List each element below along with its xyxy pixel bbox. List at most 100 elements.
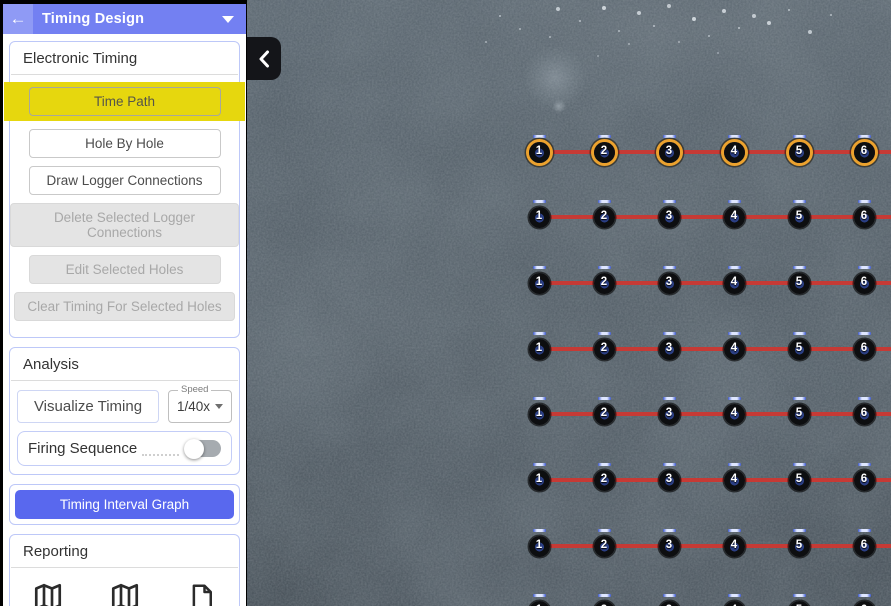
blast-hole[interactable]: 6 [854,339,875,360]
blast-hole[interactable]: 5 [789,207,810,228]
blast-hole[interactable]: 3 [659,404,680,425]
visualize-timing-button[interactable]: Visualize Timing [17,390,159,423]
blast-hole[interactable]: 2 [594,142,615,163]
timing-dash [793,463,806,466]
speed-select-value: 1/40x [177,399,210,414]
timing-dash [533,135,546,138]
map-icon [108,581,142,606]
blast-hole[interactable]: 5 [789,273,810,294]
timing-dash [598,332,611,335]
blast-hole[interactable]: 4 [724,404,745,425]
blast-hole[interactable]: 4 [724,339,745,360]
blast-hole[interactable]: 3 [659,339,680,360]
blast-hole[interactable]: 1 [529,273,550,294]
map-canvas[interactable]: 1 2 3 4 5 6 1 2 3 4 5 6 1 2 3 4 5 6 1 2 3 4 5 6 1 2 3 4 5 6 1 2 3 4 5 6 1 2 3 4… [247,0,891,606]
firing-sequence-control: Firing Sequence [17,431,232,466]
collapse-sidebar-button[interactable] [247,37,281,80]
analysis-panel: Analysis Visualize Timing Speed 1/40x Fi… [9,347,240,475]
document-icon [187,581,217,606]
blast-hole[interactable]: 1 [529,536,550,557]
firing-sequence-label: Firing Sequence [28,440,137,457]
blast-hole[interactable]: 2 [594,339,615,360]
delete-selected-logger-connections-button[interactable]: Delete Selected Logger Connections [10,203,239,247]
blast-hole[interactable]: 4 [724,470,745,491]
blast-hole[interactable]: 5 [789,404,810,425]
timing-dash [793,200,806,203]
blast-hole[interactable]: 5 [789,142,810,163]
timing-dash [663,397,676,400]
timing-dash [663,594,676,597]
timing-dash [663,463,676,466]
timing-dash [663,529,676,532]
timing-logger-report-button[interactable]: Timing Logger [93,581,157,606]
blast-hole[interactable]: 4 [724,142,745,163]
timing-dash [663,135,676,138]
edit-selected-holes-button[interactable]: Edit Selected Holes [29,255,221,284]
blast-hole[interactable]: 3 [659,470,680,491]
blast-hole[interactable]: 4 [724,207,745,228]
timing-dash [858,266,871,269]
app-window: 1 2 3 4 5 6 1 2 3 4 5 6 1 2 3 4 5 6 1 2 3 4 5 6 1 2 3 4 5 6 1 2 3 4 5 6 1 2 3 4… [0,0,891,606]
page-title: Timing Design [33,11,222,27]
firing-sequence-toggle[interactable] [185,440,221,457]
blast-hole[interactable]: 3 [659,273,680,294]
blast-hole[interactable]: 2 [594,536,615,557]
blast-hole[interactable]: 6 [854,536,875,557]
timing-dash [793,397,806,400]
blast-hole[interactable]: 3 [659,142,680,163]
timing-dash [533,397,546,400]
blast-hole[interactable]: 5 [789,339,810,360]
blast-hole[interactable]: 1 [529,339,550,360]
blast-hole[interactable]: 6 [854,273,875,294]
blast-hole[interactable]: 2 [594,470,615,491]
back-arrow-icon: ← [10,9,27,29]
blast-hole[interactable]: 6 [854,404,875,425]
blast-hole[interactable]: 1 [529,404,550,425]
speed-select[interactable]: Speed 1/40x [168,390,232,423]
blast-hole[interactable]: 1 [529,470,550,491]
blast-hole[interactable]: 3 [659,536,680,557]
loading-usage-report-button[interactable]: Loading Usage [170,581,234,606]
connection-line [539,281,891,285]
blast-hole[interactable]: 2 [594,404,615,425]
hole-by-hole-button[interactable]: Hole By Hole [29,129,221,158]
timing-dash [598,397,611,400]
blast-hole[interactable]: 2 [594,273,615,294]
blast-hole[interactable]: 6 [854,142,875,163]
timing-dash [728,529,741,532]
connection-line [539,478,891,482]
section-title-reporting: Reporting [11,535,238,568]
timing-dash [663,266,676,269]
electronic-timing-panel: Electronic Timing Time Path Hole By Hole… [9,41,240,338]
timing-dash [793,594,806,597]
blast-hole[interactable]: 4 [724,536,745,557]
rock-texture [247,0,891,606]
timing-interval-graph-panel: Timing Interval Graph [9,484,240,525]
chevron-down-icon[interactable] [222,16,234,23]
timing-dash [858,135,871,138]
timing-dash [533,266,546,269]
timing-dash [728,332,741,335]
blast-hole[interactable]: 4 [724,273,745,294]
blast-hole[interactable]: 6 [854,207,875,228]
sidebar: ← Timing Design Electronic Timing Time P… [3,4,246,606]
chevron-down-icon [215,404,223,409]
clear-timing-for-selected-holes-button[interactable]: Clear Timing For Selected Holes [14,292,234,321]
gravel-speckles [247,0,249,2]
timing-interval-graph-button[interactable]: Timing Interval Graph [15,490,234,519]
speed-select-label: Speed [178,384,211,395]
timing-dash [793,135,806,138]
time-path-button[interactable]: Time Path [29,87,221,116]
back-button[interactable]: ← [3,4,33,34]
blast-hole[interactable]: 5 [789,536,810,557]
blast-hole[interactable]: 5 [789,470,810,491]
blast-hole[interactable]: 3 [659,207,680,228]
blast-hole[interactable]: 1 [529,142,550,163]
timing-dash [663,200,676,203]
timing-dash [598,135,611,138]
timing-plan-report-button[interactable]: Timing Plan [16,581,80,606]
blast-hole[interactable]: 1 [529,207,550,228]
draw-logger-connections-button[interactable]: Draw Logger Connections [29,166,221,195]
blast-hole[interactable]: 2 [594,207,615,228]
blast-hole[interactable]: 6 [854,470,875,491]
